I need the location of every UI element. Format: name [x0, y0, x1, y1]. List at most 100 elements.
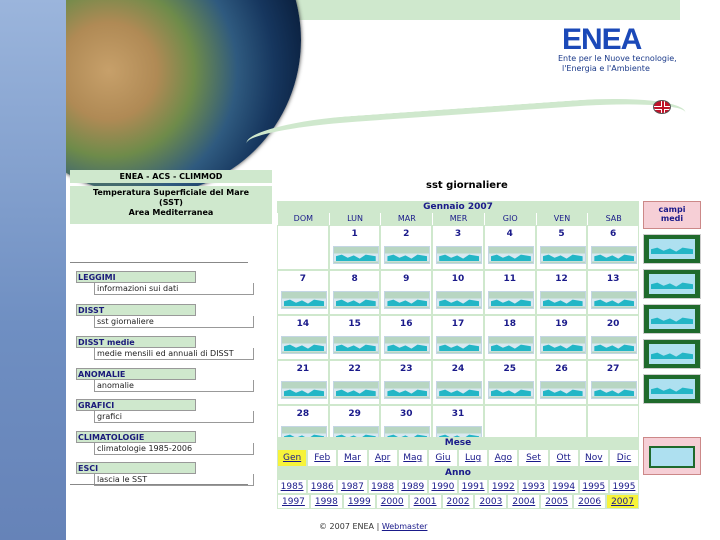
year-link[interactable]: 1995 — [608, 479, 640, 494]
year-link[interactable]: 2001 — [408, 494, 442, 509]
menu-link[interactable]: informazioni sui dati — [94, 283, 254, 295]
sst-map-thumbnail[interactable] — [539, 291, 586, 309]
month-link[interactable]: Mar — [337, 449, 368, 467]
sst-map-thumbnail[interactable] — [281, 381, 327, 399]
sst-map-thumbnail[interactable] — [539, 336, 586, 354]
menu-heading[interactable]: CLIMATOLOGIE — [76, 431, 196, 443]
sst-map-thumbnail[interactable] — [436, 246, 483, 264]
sst-map-thumbnail[interactable] — [384, 246, 431, 264]
year-link[interactable]: 1991 — [458, 479, 489, 494]
year-link[interactable]: 1990 — [427, 479, 459, 494]
mean-field-thumbnail[interactable] — [643, 269, 701, 299]
year-link[interactable]: 1994 — [548, 479, 579, 494]
calendar-day[interactable]: 27 — [587, 360, 640, 405]
sst-map-thumbnail[interactable] — [487, 336, 534, 354]
menu-heading[interactable]: ANOMALIE — [76, 368, 196, 380]
day-number[interactable]: 10 — [433, 274, 483, 284]
sst-map-thumbnail[interactable] — [332, 246, 379, 264]
sst-map-thumbnail[interactable] — [487, 291, 534, 309]
day-number[interactable]: 17 — [433, 319, 483, 329]
year-link[interactable]: 2003 — [474, 494, 508, 509]
mean-field-thumbnail[interactable] — [643, 339, 701, 369]
year-link[interactable]: 2005 — [540, 494, 574, 509]
year-link[interactable]: 1988 — [367, 479, 398, 494]
calendar-day[interactable]: 19 — [535, 315, 588, 360]
day-number[interactable]: 7 — [278, 274, 328, 284]
menu-link[interactable]: grafici — [94, 411, 254, 423]
day-number[interactable]: 24 — [433, 364, 483, 374]
menu-link[interactable]: anomalie — [94, 380, 254, 392]
menu-heading[interactable]: LEGGIMI — [76, 271, 196, 283]
calendar-day[interactable]: 7 — [277, 270, 329, 315]
month-link[interactable]: Giu — [427, 449, 459, 467]
day-number[interactable]: 19 — [537, 319, 587, 329]
month-link[interactable]: Set — [518, 449, 549, 467]
year-link[interactable]: 1998 — [309, 494, 343, 509]
enea-logo[interactable]: ENEA — [562, 24, 672, 52]
day-number[interactable]: 27 — [588, 364, 638, 374]
sst-map-thumbnail[interactable] — [281, 291, 327, 309]
month-link[interactable]: Nov — [578, 449, 609, 467]
calendar-day[interactable]: 17 — [432, 315, 484, 360]
sst-map-thumbnail[interactable] — [487, 381, 534, 399]
sst-map-thumbnail[interactable] — [281, 336, 327, 354]
day-number[interactable]: 29 — [330, 409, 380, 419]
monthly-mean-thumbnail[interactable] — [643, 437, 701, 475]
day-number[interactable]: 5 — [537, 229, 587, 239]
calendar-day[interactable]: 16 — [380, 315, 433, 360]
day-number[interactable]: 1 — [330, 229, 380, 239]
year-link[interactable]: 2000 — [375, 494, 409, 509]
year-link[interactable]: 1999 — [342, 494, 376, 509]
calendar-day[interactable]: 10 — [432, 270, 484, 315]
sst-map-thumbnail[interactable] — [384, 336, 431, 354]
calendar-day[interactable]: 1 — [328, 225, 381, 270]
menu-heading[interactable]: GRAFICI — [76, 399, 196, 411]
calendar-day[interactable]: 5 — [535, 225, 588, 270]
sst-map-thumbnail[interactable] — [487, 246, 534, 264]
day-number[interactable]: 31 — [433, 409, 483, 419]
sst-map-thumbnail[interactable] — [384, 291, 431, 309]
day-number[interactable]: 6 — [588, 229, 638, 239]
menu-link[interactable]: medie mensili ed annuali di DISST — [94, 348, 254, 360]
sst-map-thumbnail[interactable] — [591, 336, 638, 354]
sst-map-thumbnail[interactable] — [436, 336, 483, 354]
calendar-day[interactable]: 6 — [587, 225, 640, 270]
year-link[interactable]: 1997 — [277, 494, 310, 509]
day-number[interactable]: 14 — [278, 319, 328, 329]
calendar-day[interactable]: 20 — [587, 315, 640, 360]
day-number[interactable]: 2 — [381, 229, 431, 239]
year-link[interactable]: 1993 — [518, 479, 549, 494]
day-number[interactable]: 12 — [537, 274, 587, 284]
year-link[interactable]: 1989 — [397, 479, 428, 494]
month-link[interactable]: Dic — [608, 449, 640, 467]
month-link[interactable]: Ago — [488, 449, 519, 467]
day-number[interactable]: 8 — [330, 274, 380, 284]
sst-map-thumbnail[interactable] — [332, 381, 379, 399]
calendar-day[interactable]: 13 — [587, 270, 640, 315]
year-link[interactable]: 1987 — [337, 479, 368, 494]
sst-map-thumbnail[interactable] — [384, 381, 431, 399]
calendar-day[interactable]: 24 — [432, 360, 484, 405]
calendar-day[interactable]: 14 — [277, 315, 329, 360]
calendar-day[interactable]: 15 — [328, 315, 381, 360]
calendar-day[interactable]: 12 — [535, 270, 588, 315]
sst-map-thumbnail[interactable] — [539, 381, 586, 399]
menu-link[interactable]: climatologie 1985-2006 — [94, 443, 254, 455]
sst-map-thumbnail[interactable] — [539, 246, 586, 264]
webmaster-link[interactable]: Webmaster — [382, 522, 428, 531]
menu-heading[interactable]: ESCI — [76, 462, 196, 474]
day-number[interactable]: 28 — [278, 409, 328, 419]
day-number[interactable]: 20 — [588, 319, 638, 329]
year-link[interactable]: 2006 — [573, 494, 607, 509]
sst-map-thumbnail[interactable] — [332, 291, 379, 309]
menu-heading[interactable]: DISST — [76, 304, 196, 316]
calendar-day[interactable]: 21 — [277, 360, 329, 405]
calendar-day[interactable]: 4 — [483, 225, 536, 270]
sst-map-thumbnail[interactable] — [591, 291, 638, 309]
sst-map-thumbnail[interactable] — [436, 291, 483, 309]
day-number[interactable]: 13 — [588, 274, 638, 284]
calendar-day[interactable]: 25 — [483, 360, 536, 405]
month-link[interactable]: Apr — [367, 449, 398, 467]
calendar-day[interactable]: 8 — [328, 270, 381, 315]
day-number[interactable]: 18 — [485, 319, 535, 329]
